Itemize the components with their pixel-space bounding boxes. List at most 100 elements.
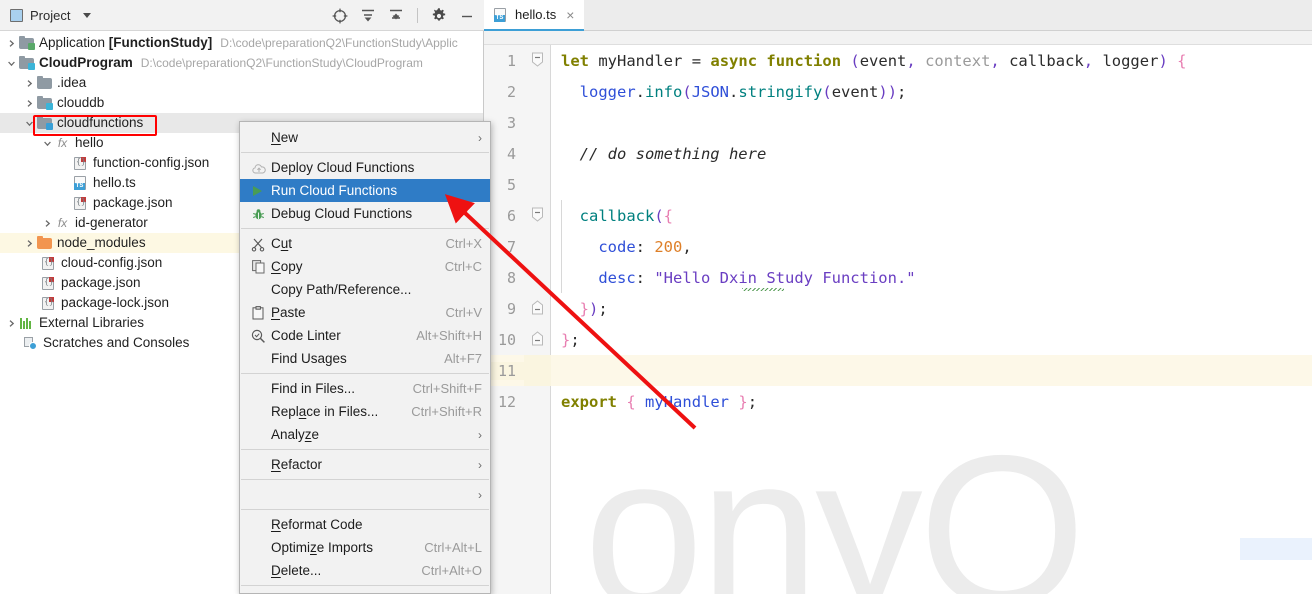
tree-row-cloudprogram[interactable]: CloudProgram D:\code\preparationQ2\Funct…	[0, 53, 483, 73]
no-icon	[249, 404, 271, 420]
code-editor[interactable]: onyO 1 let myHandler = async function (e…	[484, 45, 1312, 594]
menu-item-new[interactable]: New ›	[240, 126, 490, 149]
menu-item-reformat-code[interactable]: Reformat Code	[240, 513, 490, 536]
expand-all-icon[interactable]	[359, 7, 377, 25]
select-opened-file-icon[interactable]	[331, 7, 349, 25]
menu-item-label: Run Cloud Functions	[271, 182, 398, 198]
menu-item-bookmarks[interactable]: ›	[240, 483, 490, 506]
menu-item-shortcut: Ctrl+Alt+O	[421, 563, 482, 578]
code-linter-icon	[249, 328, 271, 344]
menu-item-label: Copy	[271, 258, 303, 274]
no-icon	[249, 130, 271, 146]
json-file-icon	[72, 195, 89, 211]
close-icon[interactable]: ×	[566, 8, 574, 22]
code-line-11[interactable]: 11	[484, 355, 1312, 386]
menu-item-find-usages[interactable]: Find Usages Alt+F7	[240, 347, 490, 370]
scissors-icon	[249, 236, 271, 252]
code-line-12[interactable]: 12 export { myHandler };	[484, 386, 1312, 417]
collapse-all-icon[interactable]	[387, 7, 405, 25]
fold-marker-close[interactable]	[524, 293, 551, 324]
menu-item-optimize-imports[interactable]: Optimize Imports Ctrl+Alt+L	[240, 536, 490, 559]
code-line-2[interactable]: 2 logger.info(JSON.stringify(event));	[484, 76, 1312, 107]
code-text: // do something here	[561, 144, 767, 163]
chevron-right-icon[interactable]	[40, 213, 54, 233]
tree-label: package.json	[93, 195, 173, 210]
menu-separator	[241, 585, 489, 586]
menu-item-copy[interactable]: Copy Ctrl+C	[240, 255, 490, 278]
code-line-6[interactable]: 6 callback({	[484, 200, 1312, 231]
menu-item-label: Optimize Imports	[271, 539, 374, 555]
fold-gutter-cell	[524, 107, 551, 138]
submenu-arrow-icon: ›	[478, 487, 482, 502]
menu-item-cut[interactable]: Cut Ctrl+X	[240, 232, 490, 255]
tree-label: node_modules	[57, 235, 146, 250]
settings-gear-icon[interactable]	[430, 7, 448, 25]
code-line-9[interactable]: 9 });	[484, 293, 1312, 324]
menu-item-open-in[interactable]: ›	[240, 589, 490, 593]
tree-label: .idea	[57, 75, 87, 90]
fold-marker-close[interactable]	[524, 324, 551, 355]
tree-label: cloud-config.json	[61, 255, 163, 270]
tree-row-idea[interactable]: .idea	[0, 73, 483, 93]
chevron-right-icon[interactable]	[4, 313, 18, 333]
code-line-3[interactable]: 3	[484, 107, 1312, 138]
code-line-4[interactable]: 4 // do something here	[484, 138, 1312, 169]
code-line-1[interactable]: 1 let myHandler = async function (event,…	[484, 45, 1312, 76]
tree-row-clouddb[interactable]: clouddb	[0, 93, 483, 113]
menu-item-deploy-cloud-functions[interactable]: Deploy Cloud Functions	[240, 156, 490, 179]
chevron-down-icon[interactable]	[40, 133, 54, 153]
chevron-right-icon[interactable]	[4, 33, 18, 53]
no-icon	[249, 427, 271, 443]
json-file-icon	[40, 295, 57, 311]
folder-module-icon	[18, 55, 35, 71]
code-line-7[interactable]: 7 code: 200,	[484, 231, 1312, 262]
tree-label: Scratches and Consoles	[43, 335, 190, 350]
menu-item-refactor[interactable]: Refactor ›	[240, 453, 490, 476]
context-menu[interactable]: New › Deploy Cloud Functions Run Cloud F…	[239, 121, 491, 594]
menu-item-label: Reformat Code	[271, 516, 363, 532]
hide-window-icon[interactable]	[458, 7, 476, 25]
line-number: 2	[506, 82, 516, 101]
project-title: Project	[30, 7, 71, 23]
menu-separator	[241, 509, 489, 510]
chevron-down-icon[interactable]	[83, 12, 92, 18]
project-tool-window-header[interactable]: Project	[10, 7, 92, 23]
menu-item-paste[interactable]: Paste Ctrl+V	[240, 301, 490, 324]
menu-item-analyze[interactable]: Analyze ›	[240, 423, 490, 446]
menu-item-run-cloud-functions[interactable]: Run Cloud Functions	[240, 179, 490, 202]
tree-row-application[interactable]: Application [FunctionStudy] D:\code\prep…	[0, 33, 483, 53]
fold-marker-open[interactable]	[524, 200, 551, 231]
chevron-down-icon[interactable]	[4, 53, 18, 73]
code-line-8[interactable]: 8 desc: "Hello Dxin Study Function."	[484, 262, 1312, 293]
code-line-10[interactable]: 10 };	[484, 324, 1312, 355]
run-play-icon	[249, 183, 271, 199]
editor-tab-hello-ts[interactable]: TS hello.ts ×	[484, 0, 585, 31]
chevron-down-icon[interactable]	[22, 113, 36, 133]
code-line-5[interactable]: 5	[484, 169, 1312, 200]
menu-item-copy-path-reference[interactable]: Copy Path/Reference...	[240, 278, 490, 301]
menu-item-replace-in-files[interactable]: Replace in Files... Ctrl+Shift+R	[240, 400, 490, 423]
menu-item-find-in-files[interactable]: Find in Files... Ctrl+Shift+F	[240, 377, 490, 400]
code-text: export { myHandler };	[561, 392, 758, 411]
menu-item-label: Deploy Cloud Functions	[271, 159, 415, 175]
menu-item-shortcut: Ctrl+V	[445, 305, 482, 320]
submenu-arrow-icon: ›	[478, 130, 482, 145]
scratches-icon	[22, 335, 39, 351]
menu-item-delete[interactable]: Delete... Ctrl+Alt+O	[240, 559, 490, 582]
menu-item-label: Debug Cloud Functions	[271, 205, 413, 221]
tree-path: D:\code\preparationQ2\FunctionStudy\Appl…	[220, 36, 458, 50]
folder-cloud-icon	[36, 115, 53, 131]
folder-db-icon	[36, 95, 53, 111]
chevron-right-icon[interactable]	[22, 233, 36, 253]
project-toolbar: Project	[0, 0, 484, 31]
chevron-right-icon[interactable]	[22, 73, 36, 93]
fold-gutter-cell	[524, 386, 551, 417]
fold-gutter-cell	[524, 138, 551, 169]
chevron-right-icon[interactable]	[22, 93, 36, 113]
menu-item-debug-cloud-functions[interactable]: Debug Cloud Functions	[240, 202, 490, 225]
fold-marker-open[interactable]	[524, 45, 551, 76]
json-file-icon	[72, 155, 89, 171]
menu-item-code-linter[interactable]: Code Linter Alt+Shift+H	[240, 324, 490, 347]
copy-icon	[249, 259, 271, 275]
fold-gutter-cell	[524, 76, 551, 107]
